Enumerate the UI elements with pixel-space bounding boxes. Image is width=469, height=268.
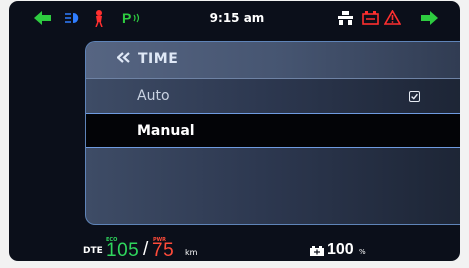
battery-level: 100 xyxy=(327,241,354,258)
general-warning-icon xyxy=(384,10,401,25)
status-bar: P 9:15 am xyxy=(9,1,460,35)
checkmark-icon xyxy=(411,93,418,100)
dte-label: DTE xyxy=(83,246,103,256)
hazard-lights-icon xyxy=(338,11,353,25)
panel-title: TIME xyxy=(138,51,179,67)
high-beam-icon xyxy=(65,13,79,23)
battery-icon xyxy=(310,246,324,256)
double-chevron-left-icon[interactable] xyxy=(117,52,131,63)
pwr-range-value: 75 xyxy=(152,240,175,261)
range-unit: km xyxy=(185,248,198,257)
parking-mode-icon: P xyxy=(122,10,140,25)
auto-checkbox[interactable] xyxy=(409,91,420,102)
side-stand-warning-icon xyxy=(95,10,103,27)
option-manual[interactable]: Manual xyxy=(86,113,460,148)
left-turn-indicator-icon xyxy=(34,11,51,25)
battery-unit: % xyxy=(359,248,366,256)
display-screen: P 9:15 am TIME Auto Manual DTE ECO 105 /… xyxy=(9,1,460,261)
panel-header[interactable]: TIME xyxy=(86,42,460,78)
bottom-bar: DTE ECO 105 / PWR 75 km 100 % xyxy=(9,233,460,261)
time-settings-panel: TIME Auto Manual xyxy=(85,41,460,225)
instrument-cluster: P 9:15 am TIME Auto Manual DTE ECO 105 /… xyxy=(0,0,469,268)
right-turn-indicator-icon xyxy=(421,11,438,25)
range-separator: / xyxy=(143,239,149,260)
option-auto[interactable]: Auto xyxy=(86,78,460,113)
battery-warning-icon xyxy=(362,11,379,25)
option-manual-label: Manual xyxy=(137,123,195,139)
eco-range-value: 105 xyxy=(106,240,140,261)
svg-text:P: P xyxy=(122,10,131,25)
option-auto-label: Auto xyxy=(137,88,170,104)
clock-time: 9:15 am xyxy=(209,11,265,25)
